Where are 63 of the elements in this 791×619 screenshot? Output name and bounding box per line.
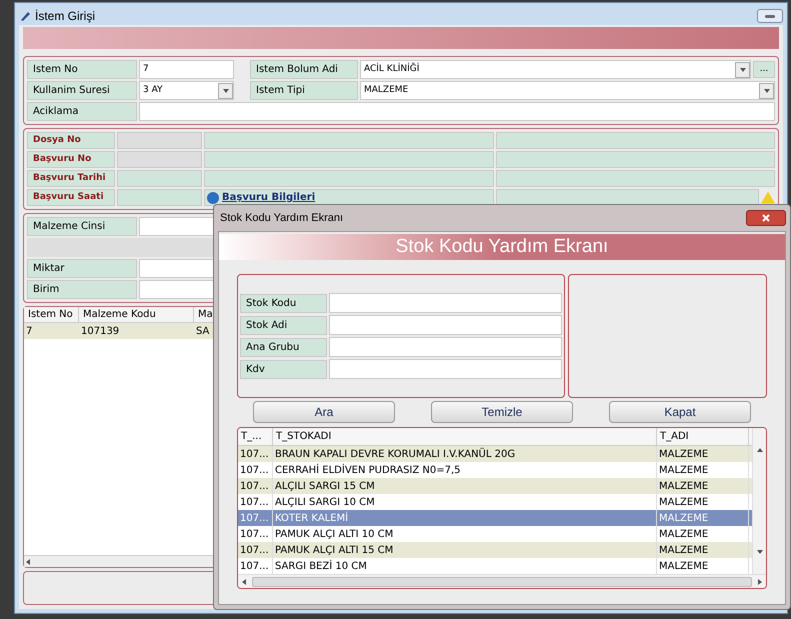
more-button[interactable]: ... — [753, 61, 775, 78]
scroll-left-icon[interactable] — [242, 578, 246, 584]
input-field[interactable] — [329, 359, 562, 379]
duration-dropdown[interactable]: 3 AY — [139, 81, 234, 100]
dialog-title: Stok Kodu Yardım Ekranı — [220, 210, 344, 226]
pen-icon — [19, 10, 31, 22]
field-label: Başvuru No — [27, 151, 115, 168]
close-icon — [762, 214, 770, 222]
window-title: İstem Girişi — [35, 8, 95, 25]
dialog-header: Stok Kodu Yardım Ekranı — [219, 234, 785, 260]
field-label: Istem Bolum Adi — [250, 60, 358, 79]
grid-row[interactable]: 107... SARGI BEZİ 10 CM MALZEME — [238, 558, 752, 574]
input-field[interactable] — [329, 337, 562, 357]
info-link[interactable]: Başvuru Bilgileri — [222, 190, 316, 205]
department-dropdown[interactable]: ACİL KLİNİĞİ — [360, 60, 751, 79]
table-cell-text: 107139 — [80, 324, 120, 338]
column-header[interactable]: Istem No — [24, 307, 79, 322]
input-field[interactable] — [329, 315, 562, 335]
action-button[interactable]: Temizle — [431, 401, 573, 423]
field-label: Stok Kodu — [240, 294, 327, 312]
field-label: Kdv — [240, 360, 327, 378]
grid-row[interactable]: 107... CERRAHİ ELDİVEN PUDRASIZ N0=7,5 MALZEME — [238, 462, 752, 478]
field-label: Malzeme Cinsi — [27, 217, 137, 236]
caret-icon — [764, 88, 770, 92]
scroll-left-icon[interactable] — [26, 558, 30, 564]
close-button[interactable] — [746, 210, 786, 226]
field-label: Aciklama — [27, 102, 137, 121]
istem-no-field[interactable]: 7 — [139, 60, 234, 79]
description-field[interactable] — [139, 102, 775, 121]
field-label: Ana Grubu — [240, 338, 327, 356]
field-label: Stok Adi — [240, 316, 327, 334]
action-button[interactable]: Ara — [253, 401, 395, 423]
field-label: Istem Tipi — [250, 81, 358, 100]
field-label: Başvuru Saati — [27, 189, 115, 206]
caret-icon — [222, 88, 228, 92]
minimize-button[interactable] — [757, 9, 783, 23]
field-label: Kullanim Suresi — [27, 81, 137, 100]
grid-row[interactable]: 107... ALÇILI SARGI 10 CM MALZEME — [238, 494, 752, 510]
info-icon — [207, 192, 219, 204]
grid-row[interactable]: 107... ALÇILI SARGI 15 CM MALZEME — [238, 478, 752, 494]
caret-icon — [740, 68, 746, 72]
action-button[interactable]: Kapat — [609, 401, 751, 423]
field-label: Istem No — [27, 60, 137, 79]
field-label: Birim — [27, 280, 137, 299]
column-header[interactable]: T_... — [238, 428, 273, 445]
horizontal-scrollbar[interactable] — [238, 574, 766, 588]
vertical-scrollbar[interactable] — [752, 428, 766, 574]
scroll-up-icon[interactable] — [756, 448, 762, 452]
warning-icon — [761, 192, 775, 204]
type-dropdown[interactable]: MALZEME — [360, 81, 775, 100]
column-header[interactable]: Malzeme Kodu — [79, 307, 194, 322]
field-label: Başvuru Tarihi — [27, 170, 115, 187]
table-cell-text: 7 — [25, 324, 34, 338]
column-header[interactable]: T_STOKADI — [273, 428, 657, 445]
grid-row[interactable]: 107... PAMUK ALÇI ALTI 15 CM MALZEME — [238, 542, 752, 558]
column-header[interactable]: T_ADI — [657, 428, 749, 445]
input-field[interactable] — [329, 293, 562, 313]
scroll-right-icon[interactable] — [758, 578, 762, 584]
grid-row[interactable]: 107... PAMUK ALÇI ALTI 10 CM MALZEME — [238, 526, 752, 542]
field-label: Miktar — [27, 259, 137, 278]
scroll-down-icon[interactable] — [756, 550, 762, 554]
grid-row[interactable]: 107... BRAUN KAPALI DEVRE KORUMALI I.V.KANÜL 20G MALZEME — [238, 446, 752, 462]
field-label: Dosya No — [27, 132, 115, 149]
